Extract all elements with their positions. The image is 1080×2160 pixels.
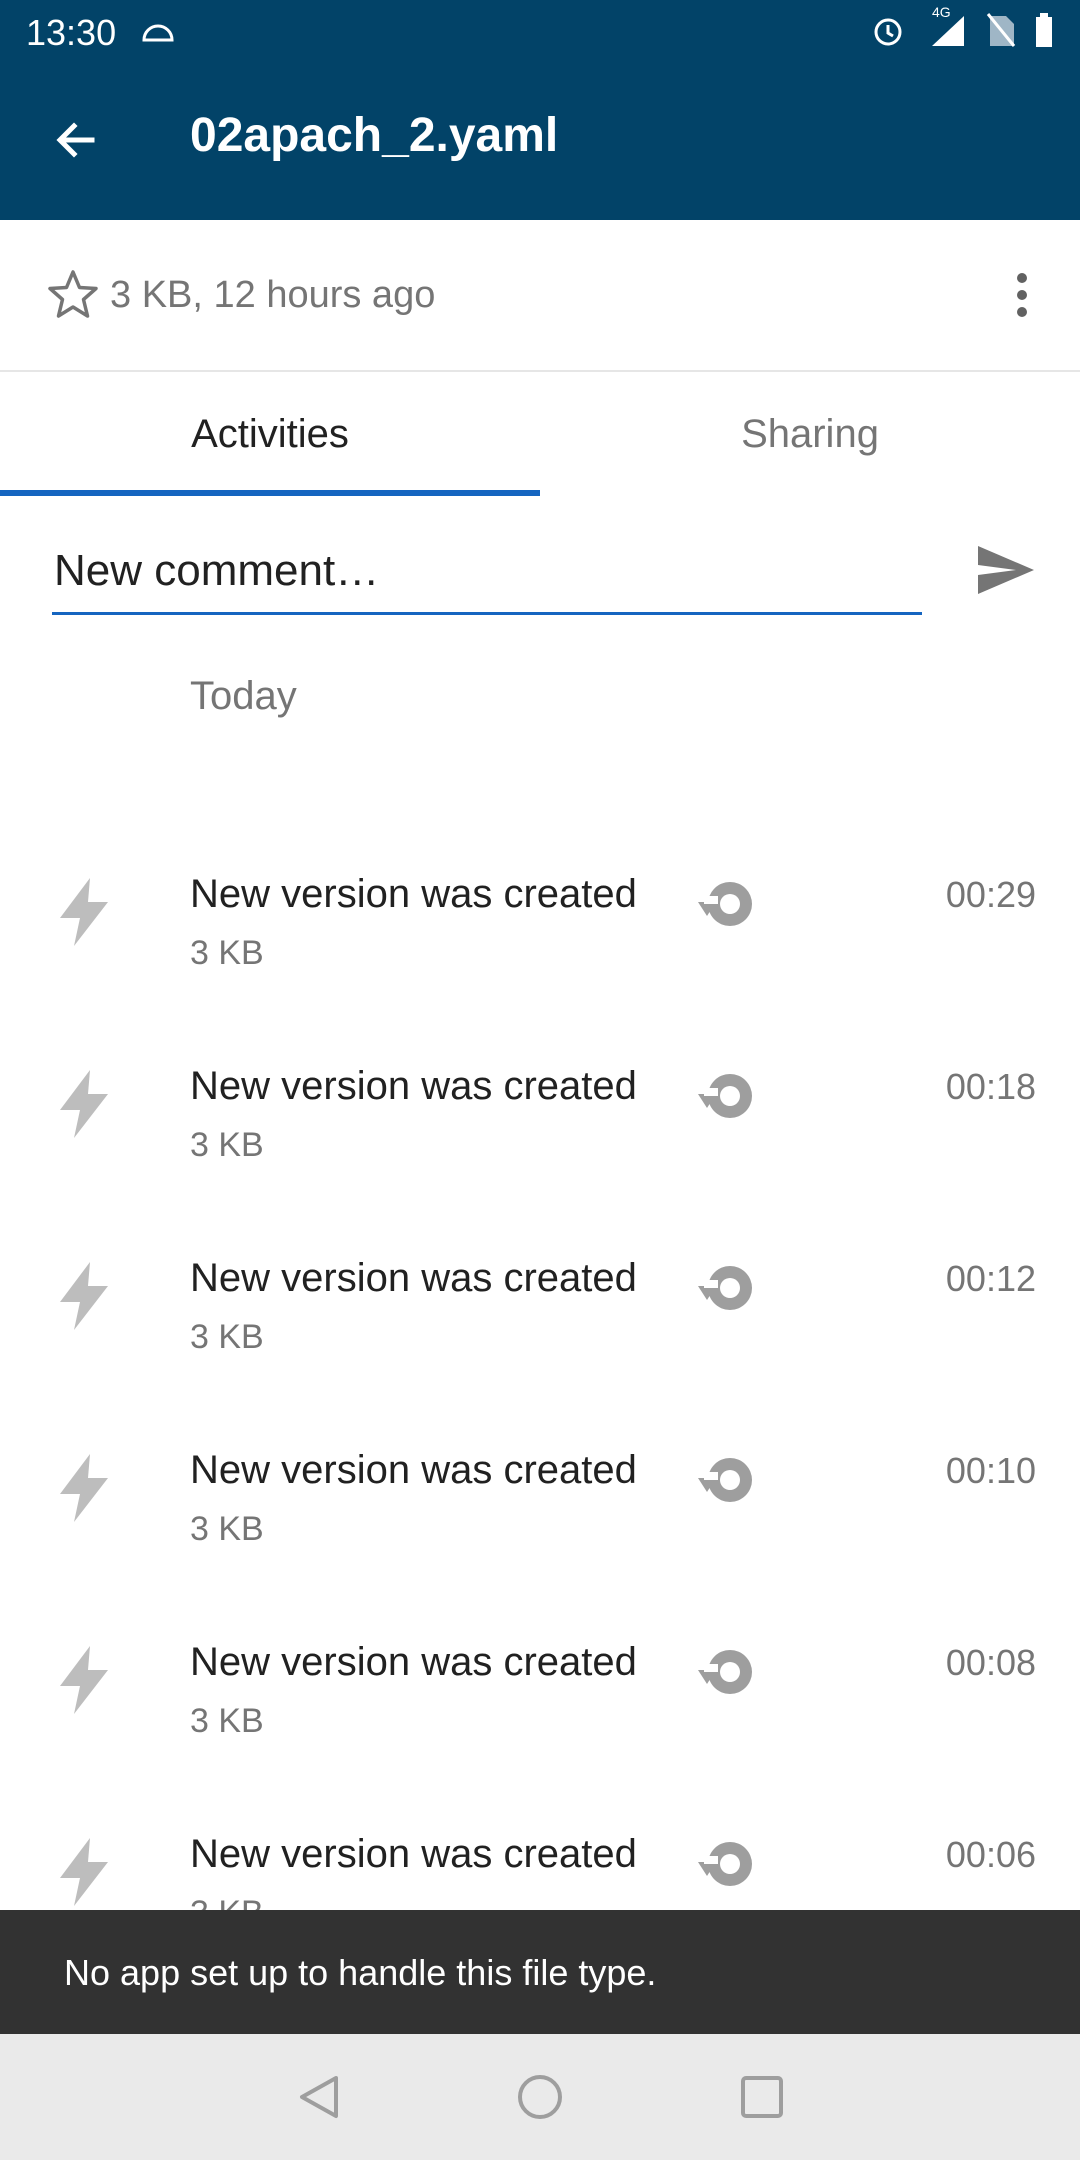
activity-label: New version was created	[190, 1640, 637, 1684]
bolt-icon	[56, 1644, 112, 1716]
send-icon[interactable]	[976, 542, 1036, 598]
cloud-sync-icon	[140, 18, 176, 49]
back-arrow-icon[interactable]	[48, 112, 104, 168]
restore-icon[interactable]	[696, 1832, 760, 1896]
restore-icon[interactable]	[696, 1640, 760, 1704]
nav-recents-icon[interactable]	[737, 2072, 787, 2122]
restore-icon[interactable]	[696, 1256, 760, 1320]
activity-size: 3 KB	[190, 1318, 264, 1356]
snackbar: No app set up to handle this file type.	[0, 1910, 1080, 2034]
system-nav-bar	[0, 2034, 1080, 2160]
activity-size: 3 KB	[190, 1510, 264, 1548]
activity-size: 3 KB	[190, 1126, 264, 1164]
nav-home-icon[interactable]	[515, 2072, 565, 2122]
status-time: 13:30	[26, 12, 117, 53]
activity-label: New version was created	[190, 1448, 637, 1492]
status-bar: 13:30 4G	[0, 0, 1080, 64]
tab-activities[interactable]: Activities	[0, 372, 540, 496]
bolt-icon	[56, 1068, 112, 1140]
activity-label: New version was created	[190, 1256, 637, 1300]
list-item: New version was created 3 KB 00:29	[0, 840, 1080, 1032]
bolt-icon	[56, 1836, 112, 1908]
activity-time: 00:06	[945, 1834, 1036, 1875]
activity-time: 00:18	[945, 1066, 1036, 1107]
file-title: 02apach_2.yaml	[190, 109, 559, 162]
tab-sharing[interactable]: Sharing	[540, 372, 1080, 496]
activity-size: 3 KB	[190, 1702, 264, 1740]
alarm-icon	[870, 12, 906, 53]
bolt-icon	[56, 1260, 112, 1332]
comment-input[interactable]	[52, 532, 926, 610]
file-info-row: 3 KB, 12 hours ago	[0, 220, 1080, 372]
tab-indicator	[0, 490, 540, 496]
snackbar-message: No app set up to handle this file type.	[64, 1952, 657, 1993]
activity-time: 00:12	[945, 1258, 1036, 1299]
more-options-icon[interactable]	[1014, 268, 1030, 322]
activity-time: 00:08	[945, 1642, 1036, 1683]
tab-bar: Activities Sharing	[0, 372, 1080, 496]
nav-back-icon[interactable]	[294, 2072, 344, 2122]
activity-time: 00:10	[945, 1450, 1036, 1491]
bolt-icon	[56, 876, 112, 948]
activity-label: New version was created	[190, 1064, 637, 1108]
activity-time: 00:29	[945, 874, 1036, 915]
app-bar: 02apach_2.yaml	[0, 64, 1080, 220]
list-item: New version was created 3 KB 00:08	[0, 1608, 1080, 1800]
restore-icon[interactable]	[696, 1448, 760, 1512]
activity-label: New version was created	[190, 872, 637, 916]
activity-list[interactable]: New version was created 3 KB 00:29 New v…	[0, 840, 1080, 1992]
list-item: New version was created 3 KB 00:10	[0, 1416, 1080, 1608]
star-icon[interactable]	[46, 268, 100, 322]
restore-icon[interactable]	[696, 872, 760, 936]
battery-icon	[1034, 12, 1054, 53]
network-type: 4G	[932, 4, 951, 20]
signal-icon: 4G	[924, 4, 968, 53]
no-sim-icon	[986, 12, 1016, 53]
activity-size: 3 KB	[190, 934, 264, 972]
list-item: New version was created 3 KB 00:12	[0, 1224, 1080, 1416]
restore-icon[interactable]	[696, 1064, 760, 1128]
activity-label: New version was created	[190, 1832, 637, 1876]
comment-field	[52, 532, 926, 615]
section-header-today: Today	[190, 674, 297, 718]
list-item: New version was created 3 KB 00:18	[0, 1032, 1080, 1224]
file-meta: 3 KB, 12 hours ago	[110, 274, 436, 316]
bolt-icon	[56, 1452, 112, 1524]
